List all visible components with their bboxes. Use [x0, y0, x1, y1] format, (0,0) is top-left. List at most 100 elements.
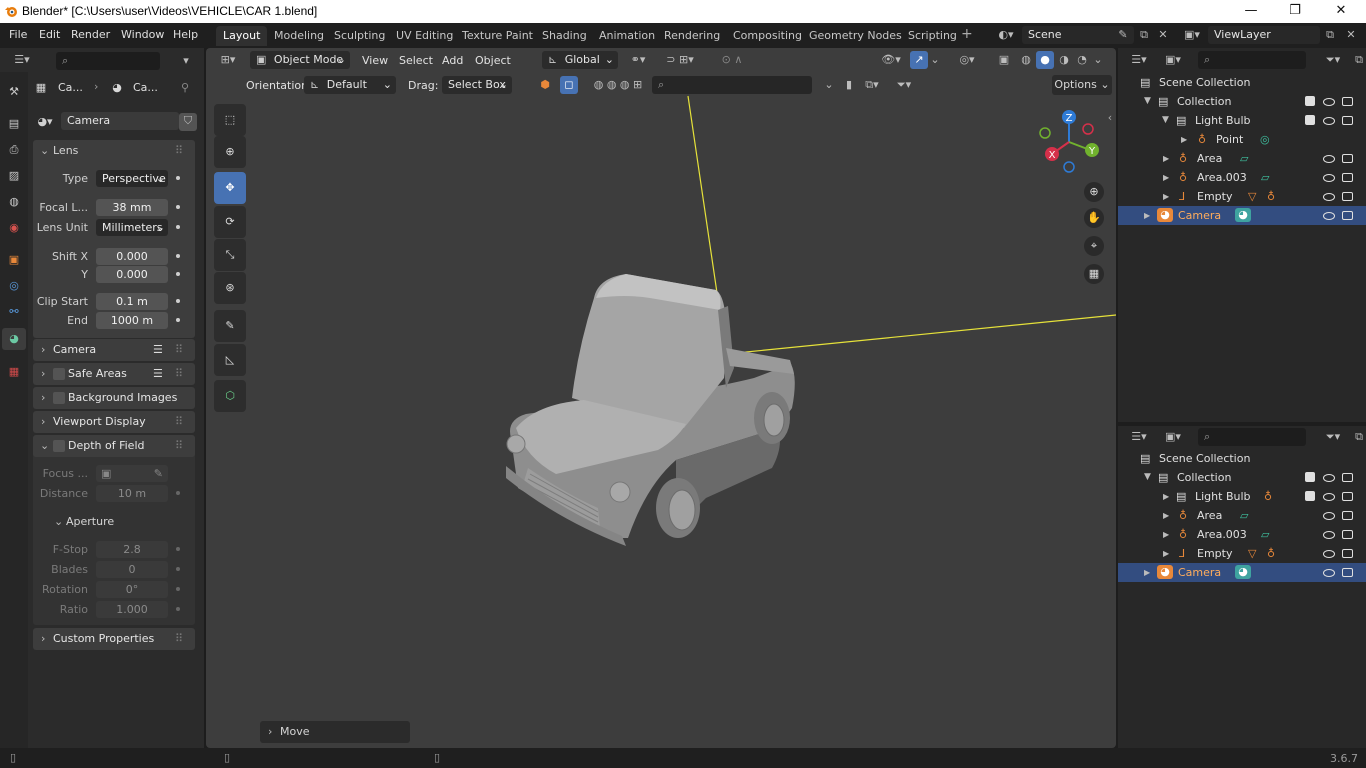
- outliner-row-collection[interactable]: ▼ ▤ Collection: [1118, 468, 1366, 487]
- keyframe-dot[interactable]: [176, 225, 180, 229]
- pin-icon[interactable]: ✎: [1116, 27, 1130, 43]
- breadcrumb-object[interactable]: Ca...: [58, 81, 83, 94]
- outliner-row-collection[interactable]: ▼ ▤ Collection: [1118, 92, 1366, 111]
- exclude-checkbox[interactable]: [1305, 96, 1315, 106]
- depth-of-field-panel-header[interactable]: ⌄ Depth of Field ⠿: [33, 435, 195, 457]
- exclude-checkbox[interactable]: [1305, 115, 1315, 125]
- render-camera-icon[interactable]: [1342, 192, 1353, 201]
- expand-right-icon[interactable]: ▶: [1163, 168, 1169, 187]
- eye-icon[interactable]: [1323, 550, 1335, 558]
- world-tab-icon[interactable]: ◉: [6, 220, 22, 236]
- outliner-row-camera[interactable]: ▶ ◕ Camera ◕: [1118, 206, 1366, 225]
- render-camera-icon[interactable]: [1342, 211, 1353, 220]
- eye-icon[interactable]: [1323, 474, 1335, 482]
- properties-options-icon[interactable]: ▾: [178, 53, 194, 69]
- expand-down-icon[interactable]: ▼: [1162, 111, 1169, 130]
- render-tab-icon[interactable]: ▤: [6, 116, 22, 132]
- keyframe-dot[interactable]: [176, 491, 180, 495]
- new-collection-icon[interactable]: ⧉: [1352, 429, 1366, 445]
- eye-icon[interactable]: [1323, 512, 1335, 520]
- camera-panel-header[interactable]: › Camera ☰ ⠿: [33, 339, 195, 361]
- expand-right-icon[interactable]: ▶: [1181, 130, 1187, 149]
- menu-window[interactable]: Window: [121, 28, 164, 41]
- keyframe-dot[interactable]: [176, 318, 180, 322]
- object-tab-icon[interactable]: ▣: [6, 252, 22, 268]
- view-layer-tab-icon[interactable]: ▨: [6, 168, 22, 184]
- editor-type-icon[interactable]: ☰▾: [1126, 429, 1152, 445]
- lens-panel-header[interactable]: ⌄ Lens ⠿: [33, 140, 195, 162]
- drag-handle-icon[interactable]: ⠿: [175, 140, 183, 162]
- render-camera-icon[interactable]: [1342, 97, 1353, 106]
- expand-right-icon[interactable]: ▶: [1163, 525, 1169, 544]
- keyframe-dot[interactable]: [176, 272, 180, 276]
- background-images-panel-header[interactable]: › Background Images: [33, 387, 195, 409]
- physics-tab-icon[interactable]: ◎: [6, 278, 22, 294]
- outliner-row-scene-collection[interactable]: ▤ Scene Collection: [1118, 449, 1366, 468]
- outliner-row-area-003[interactable]: ▶ ♁ Area.003 ▱: [1118, 525, 1366, 544]
- keyframe-dot[interactable]: [176, 567, 180, 571]
- eye-icon[interactable]: [1323, 193, 1335, 201]
- expand-right-icon[interactable]: ▶: [1163, 544, 1169, 563]
- tab-uv-editing[interactable]: UV Editing: [389, 26, 460, 46]
- display-mode-icon[interactable]: ▣▾: [1160, 52, 1186, 68]
- output-tab-icon[interactable]: ⎙: [6, 142, 22, 158]
- close-button[interactable]: ✕: [1318, 0, 1364, 23]
- editor-type-icon[interactable]: ☰▾: [8, 52, 36, 68]
- eyedropper-icon[interactable]: ✎: [154, 465, 163, 482]
- keyframe-dot[interactable]: [176, 547, 180, 551]
- exclude-checkbox[interactable]: [1305, 472, 1315, 482]
- outliner-row-light-bulb[interactable]: ▼ ▤ Light Bulb: [1118, 111, 1366, 130]
- render-camera-icon[interactable]: [1342, 549, 1353, 558]
- drag-handle-icon[interactable]: ⠿: [175, 411, 183, 433]
- add-workspace-button[interactable]: +: [961, 26, 973, 42]
- expand-right-icon[interactable]: ▶: [1163, 187, 1169, 206]
- presets-list-icon[interactable]: ☰: [153, 339, 163, 361]
- expand-right-icon[interactable]: ▶: [1144, 563, 1150, 582]
- eye-icon[interactable]: [1323, 531, 1335, 539]
- eye-icon[interactable]: [1323, 98, 1335, 106]
- 3d-viewport[interactable]: ⊞▾ ▣ Object Mode ⌄ View Select Add Objec…: [206, 48, 1116, 748]
- tab-shading[interactable]: Shading: [535, 26, 594, 46]
- navigation-gizmo[interactable]: Z Y X: [1036, 106, 1106, 176]
- keyframe-dot[interactable]: [176, 205, 180, 209]
- eye-icon[interactable]: [1323, 174, 1335, 182]
- sidebar-toggle-icon[interactable]: ‹: [1105, 110, 1115, 126]
- background-images-checkbox[interactable]: [53, 392, 65, 404]
- safe-areas-checkbox[interactable]: [53, 368, 65, 380]
- editor-type-icon[interactable]: ☰▾: [1126, 52, 1152, 68]
- render-camera-icon[interactable]: [1342, 511, 1353, 520]
- render-camera-icon[interactable]: [1342, 116, 1353, 125]
- minimize-button[interactable]: —: [1228, 0, 1274, 23]
- tab-compositing[interactable]: Compositing: [726, 26, 809, 46]
- outliner-row-area[interactable]: ▶ ♁ Area ▱: [1118, 149, 1366, 168]
- texture-tab-icon[interactable]: ▦: [6, 364, 22, 380]
- custom-properties-panel-header[interactable]: › Custom Properties ⠿: [33, 628, 195, 650]
- outliner-row-camera[interactable]: ▶ ◕ Camera ◕: [1118, 563, 1366, 582]
- perspective-toggle-icon[interactable]: ▦: [1084, 264, 1104, 284]
- maximize-button[interactable]: ❐: [1272, 0, 1318, 23]
- menu-file[interactable]: File: [9, 28, 27, 41]
- new-scene-icon[interactable]: ⧉: [1136, 27, 1152, 43]
- viewlayer-selector-icon[interactable]: ▣▾: [1180, 27, 1204, 43]
- tab-sculpting[interactable]: Sculpting: [327, 26, 392, 46]
- eye-icon[interactable]: [1323, 117, 1335, 125]
- blades-field[interactable]: 0: [96, 561, 168, 578]
- breadcrumb-data[interactable]: Ca...: [133, 81, 158, 94]
- outliner-search[interactable]: ⌕: [1198, 51, 1306, 69]
- viewlayer-name-field[interactable]: ViewLayer: [1208, 26, 1320, 44]
- keyframe-dot[interactable]: [176, 176, 180, 180]
- shift-y-field[interactable]: 0.000: [96, 266, 168, 283]
- tab-scripting[interactable]: Scripting: [901, 26, 964, 46]
- constraints-tab-icon[interactable]: ⚯: [6, 304, 22, 320]
- eye-icon[interactable]: [1323, 155, 1335, 163]
- render-camera-icon[interactable]: [1342, 473, 1353, 482]
- car-model[interactable]: [506, 274, 795, 546]
- delete-viewlayer-icon[interactable]: ✕: [1344, 27, 1358, 43]
- lens-unit-dropdown[interactable]: Millimeters ⌄: [96, 219, 168, 236]
- drag-handle-icon[interactable]: ⠿: [175, 435, 183, 457]
- outliner-row-area[interactable]: ▶ ♁ Area ▱: [1118, 506, 1366, 525]
- expand-right-icon[interactable]: ▶: [1163, 506, 1169, 525]
- camera-data-tab-active[interactable]: ◕: [2, 328, 26, 350]
- tab-rendering[interactable]: Rendering: [657, 26, 727, 46]
- drag-handle-icon[interactable]: ⠿: [175, 339, 183, 361]
